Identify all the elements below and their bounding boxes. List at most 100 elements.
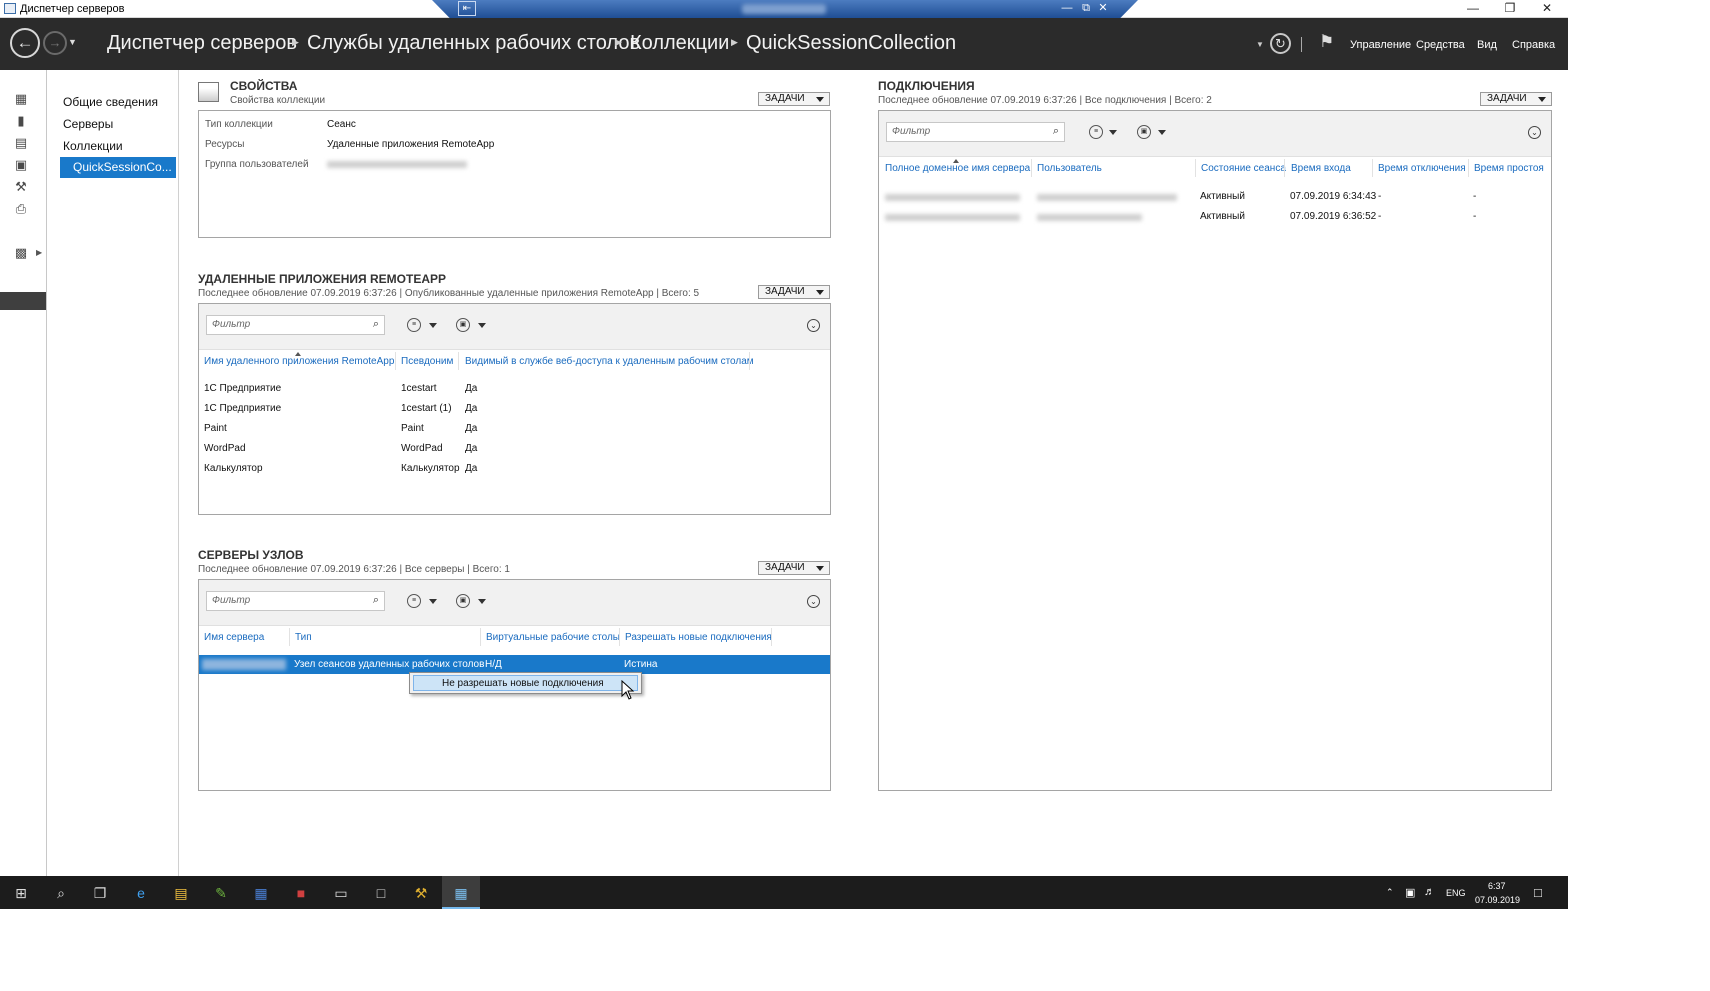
refresh-icon[interactable]: ↻ bbox=[1270, 33, 1291, 54]
save-query-icon[interactable]: ▣ bbox=[456, 594, 470, 608]
command-prompt-icon[interactable]: ▭ bbox=[330, 882, 352, 904]
pin-icon[interactable]: ⇤ bbox=[458, 1, 476, 16]
left-icon-rail: ▦ ▮ ▤ ▣ ⚒ ⎙ ⨂ ▶ ▩ ▶ bbox=[0, 70, 47, 876]
hosts-filter-input[interactable]: Фильтр ⌕ bbox=[206, 591, 385, 611]
rdp-restore-button[interactable]: ⧉ bbox=[1077, 1, 1095, 16]
breadcrumb-rds[interactable]: Службы удаленных рабочих столов bbox=[307, 32, 640, 55]
save-query-icon[interactable]: ▣ bbox=[456, 318, 470, 332]
back-arrow-icon[interactable]: ← bbox=[10, 28, 40, 58]
all-servers-icon[interactable]: ▤ bbox=[14, 136, 28, 150]
connections-tasks-button[interactable]: ЗАДАЧИ bbox=[1480, 92, 1552, 106]
column-header-idle-time[interactable]: Время простоя bbox=[1474, 163, 1544, 174]
input-language[interactable]: ENG bbox=[1446, 888, 1466, 898]
save-query-icon[interactable]: ▣ bbox=[1137, 125, 1151, 139]
remote-desktop-services-icon[interactable]: ⨂ bbox=[14, 224, 28, 238]
menu-help[interactable]: Справка bbox=[1512, 39, 1555, 51]
list-options-icon[interactable]: ≡ bbox=[407, 318, 421, 332]
clock-time[interactable]: 6:37 bbox=[1488, 881, 1506, 891]
context-menu-item-disallow-new-connections[interactable]: Не разрешать новые подключения bbox=[413, 675, 638, 691]
remoteapp-row-name[interactable]: 1С Предприятие bbox=[204, 403, 281, 414]
column-header-fqdn[interactable]: Полное доменное имя сервера bbox=[885, 163, 1030, 174]
breadcrumb-collections[interactable]: Коллекции bbox=[630, 32, 729, 55]
column-header-vdi[interactable]: Виртуальные рабочие столы bbox=[486, 632, 620, 643]
internet-explorer-icon[interactable]: e bbox=[130, 882, 152, 904]
rdp-minimize-button[interactable]: — bbox=[1058, 1, 1076, 16]
list-options-dropdown-icon[interactable] bbox=[1109, 130, 1117, 135]
remoteapp-tasks-button[interactable]: ЗАДАЧИ bbox=[758, 285, 830, 299]
properties-tasks-button[interactable]: ЗАДАЧИ bbox=[758, 92, 830, 106]
remoteapp-row-name[interactable]: WordPad bbox=[204, 443, 246, 454]
restore-button[interactable]: ❐ bbox=[1495, 1, 1525, 16]
local-server-icon[interactable]: ▮ bbox=[14, 114, 28, 128]
print-services-icon[interactable]: ⎙ bbox=[14, 202, 28, 216]
server-manager-app-icon bbox=[4, 3, 16, 14]
column-header-disconnect-time[interactable]: Время отключения bbox=[1378, 163, 1466, 174]
clock-date[interactable]: 07.09.2019 bbox=[1475, 895, 1520, 905]
column-header-logon-time[interactable]: Время входа bbox=[1291, 163, 1351, 174]
expand-arrow-icon[interactable]: ▶ bbox=[36, 248, 42, 257]
breadcrumb-server-manager[interactable]: Диспетчер серверов bbox=[107, 32, 297, 55]
nav-overview[interactable]: Общие сведения bbox=[63, 95, 158, 109]
column-header-web-visible[interactable]: Видимый в службе веб-доступа к удаленным… bbox=[465, 356, 754, 367]
search-icon[interactable]: ⌕ bbox=[373, 318, 379, 331]
active-app-taskbar-button[interactable]: ▦ bbox=[442, 876, 480, 909]
list-options-icon[interactable]: ≡ bbox=[1089, 125, 1103, 139]
nav-collections[interactable]: Коллекции bbox=[63, 139, 123, 153]
history-dropdown-icon[interactable]: ▼ bbox=[68, 37, 77, 47]
list-options-dropdown-icon[interactable] bbox=[429, 323, 437, 328]
menu-tools[interactable]: Средства bbox=[1416, 39, 1465, 51]
toolbox-app-icon[interactable]: ■ bbox=[290, 882, 312, 904]
file-explorer-icon[interactable]: ▤ bbox=[170, 882, 192, 904]
refresh-dropdown-icon[interactable]: ▼ bbox=[1256, 40, 1264, 49]
search-icon[interactable]: ⌕ bbox=[1053, 125, 1059, 138]
expand-chevron-icon[interactable]: ⌄ bbox=[1528, 126, 1541, 139]
task-view-icon[interactable]: ❐ bbox=[89, 882, 111, 904]
wsus-icon[interactable]: ▩ bbox=[14, 246, 28, 260]
column-header-user[interactable]: Пользователь bbox=[1037, 163, 1102, 174]
search-icon[interactable]: ⌕ bbox=[50, 882, 72, 904]
expand-chevron-icon[interactable]: ⌄ bbox=[807, 595, 820, 608]
save-query-dropdown-icon[interactable] bbox=[478, 323, 486, 328]
search-icon[interactable]: ⌕ bbox=[373, 594, 379, 607]
menu-view[interactable]: Вид bbox=[1477, 39, 1497, 51]
menu-manage[interactable]: Управление bbox=[1350, 39, 1411, 51]
expand-arrow-icon[interactable]: ▶ bbox=[36, 226, 42, 235]
close-button[interactable]: ✕ bbox=[1532, 1, 1562, 16]
connections-filter-input[interactable]: Фильтр ⌕ bbox=[886, 122, 1065, 142]
remoteapp-row-name[interactable]: 1С Предприятие bbox=[204, 383, 281, 394]
dashboard-icon[interactable]: ▦ bbox=[14, 92, 28, 106]
save-query-dropdown-icon[interactable] bbox=[478, 599, 486, 604]
document-icon[interactable]: □ bbox=[370, 882, 392, 904]
notepad-plus-icon[interactable]: ✎ bbox=[210, 882, 232, 904]
save-query-dropdown-icon[interactable] bbox=[1158, 130, 1166, 135]
connections-panel: Фильтр ⌕ ≡ ▣ ⌄ Полное доменное имя сервер… bbox=[878, 110, 1552, 791]
list-options-dropdown-icon[interactable] bbox=[429, 599, 437, 604]
minimize-button[interactable]: — bbox=[1458, 1, 1488, 16]
action-center-icon[interactable]: □ bbox=[1534, 885, 1542, 900]
notifications-flag-icon[interactable]: ⚑ bbox=[1319, 32, 1334, 52]
column-header-allow-new[interactable]: Разрешать новые подключения bbox=[625, 632, 772, 643]
column-header-alias[interactable]: Псевдоним bbox=[401, 356, 453, 367]
nav-servers[interactable]: Серверы bbox=[63, 117, 113, 131]
tools-icon[interactable]: ⚒ bbox=[410, 882, 432, 904]
remoteapp-filter-input[interactable]: Фильтр ⌕ bbox=[206, 315, 385, 335]
iis-tools-icon[interactable]: ⚒ bbox=[14, 180, 28, 194]
start-windows-icon[interactable]: ⊞ bbox=[10, 882, 32, 904]
expand-chevron-icon[interactable]: ⌄ bbox=[807, 319, 820, 332]
file-storage-icon[interactable]: ▣ bbox=[14, 158, 28, 172]
server-manager-taskbar-icon[interactable]: ▦ bbox=[250, 882, 272, 904]
list-options-icon[interactable]: ≡ bbox=[407, 594, 421, 608]
remoteapp-row-name[interactable]: Paint bbox=[204, 423, 227, 434]
volume-icon[interactable]: ♬ bbox=[1424, 886, 1435, 898]
network-icon[interactable]: ▣ bbox=[1405, 886, 1415, 899]
column-header-type[interactable]: Тип bbox=[295, 632, 312, 643]
column-header-server-name[interactable]: Имя сервера bbox=[204, 632, 264, 643]
nav-selected-collection[interactable]: QuickSessionCo... bbox=[60, 157, 176, 178]
rdp-close-button[interactable]: ✕ bbox=[1094, 1, 1112, 16]
hosts-tasks-button[interactable]: ЗАДАЧИ bbox=[758, 561, 830, 575]
show-hidden-icons-icon[interactable]: ⌃ bbox=[1386, 887, 1394, 898]
column-header-app-name[interactable]: Имя удаленного приложения RemoteApp bbox=[204, 356, 394, 367]
forward-arrow-icon[interactable]: → bbox=[43, 31, 67, 55]
column-header-session-state[interactable]: Состояние сеанса bbox=[1201, 163, 1286, 174]
remoteapp-row-name[interactable]: Калькулятор bbox=[204, 463, 263, 474]
